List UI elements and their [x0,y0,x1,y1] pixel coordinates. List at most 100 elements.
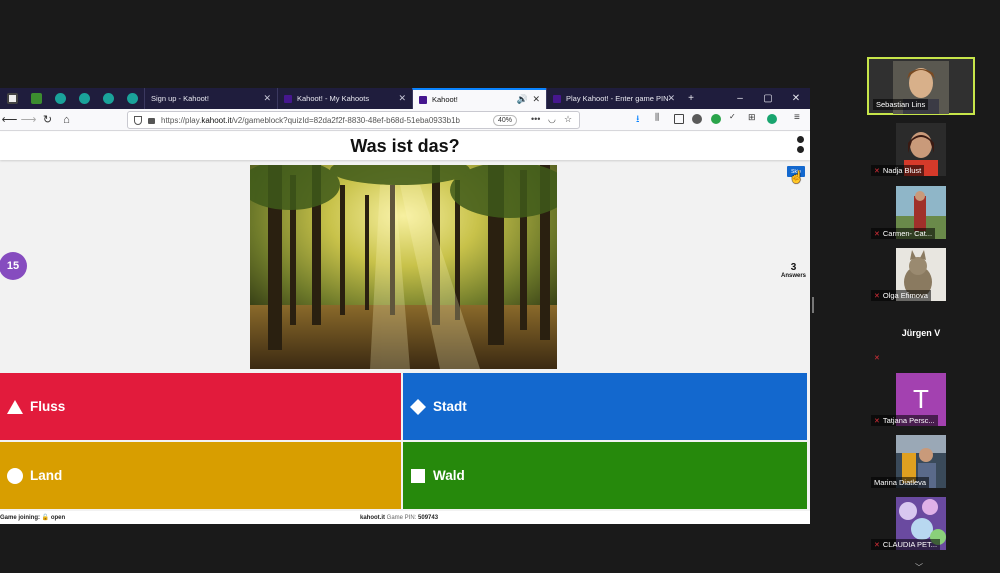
reload-button[interactable]: ↻ [38,113,57,126]
answer-option-green[interactable]: Wald [403,442,807,509]
shield-icon [134,115,142,125]
url-prefix: https://play. [161,115,202,125]
account-icon[interactable] [692,114,702,124]
chevron-down-icon[interactable]: ﹀ [915,562,923,573]
answers-count: 3 [790,262,797,273]
pocket-icon[interactable]: ◡ [548,114,556,125]
answer-option-blue[interactable]: Stadt [403,373,807,440]
participant-tile[interactable]: ✕ CLAUDIA PET... [867,495,975,553]
tab-kahoot-active[interactable]: Kahoot! 🔊 ✕ [412,88,546,109]
pinned-tab-6[interactable] [120,88,144,109]
participant-name-label: ✕ Nadja Blust [871,165,925,176]
pinned-tab-4[interactable] [72,88,96,109]
participant-name: Sebastian Lins [876,100,926,109]
participant-name: Olga Efimova [882,291,928,300]
close-window-button[interactable]: ✕ [782,88,810,109]
participant-name-label: Sebastian Lins [873,99,929,110]
square-icon [409,467,427,485]
url-domain: kahoot.it [201,115,232,125]
participant-name-label: ✕ Tatjana Persc... [871,415,938,426]
kahoot-icon [284,94,292,103]
answer-option-yellow[interactable]: Land [0,442,401,509]
unlock-icon[interactable]: 🔓 [42,515,51,521]
forward-button[interactable]: ⟶ [19,113,38,126]
tab-enter-pin[interactable]: Play Kahoot! - Enter game PIN ✕ [546,88,681,109]
home-button[interactable]: ⌂ [57,114,76,126]
extension-icon[interactable] [711,114,721,124]
answer-option-red[interactable]: Fluss [0,373,401,440]
speaker-icon[interactable]: 🔊 [517,94,528,105]
kahoot-icon [553,94,561,103]
tab-title: Play Kahoot! - Enter game PIN [566,94,669,103]
bookmark-star-icon[interactable]: ☆ [564,114,572,125]
participant-name: Nadja Blust [882,166,922,175]
answers-label: Answers [780,273,806,279]
hand-cursor-icon: ☝ [789,170,804,184]
game-footer: Game joining: 🔓 open kahoot.it Game PIN:… [0,511,810,524]
lock-icon [148,118,155,124]
options-menu-icon[interactable] [797,136,804,153]
library-icon[interactable]: ⫼ [655,112,665,122]
tab-my-kahoots[interactable]: Kahoot! - My Kahoots ✕ [277,88,412,109]
pocket-icon [6,93,18,104]
close-icon[interactable]: ✕ [532,94,540,105]
nav-bar: ⟵ ⟶ ↻ ⌂ https://play.kahoot.it/v2/gamebl… [0,109,810,131]
answer-label: Land [30,468,63,483]
participant-name: CLAUDIA PET... [882,540,938,549]
menu-icon[interactable]: ≡ [794,112,804,123]
kahoot-icon [419,95,427,104]
url-text: https://play.kahoot.it/v2/gameblock?quiz… [161,116,460,125]
game-pin-info: kahoot.it Game PIN: 509743 [360,515,438,521]
pinned-tab-3[interactable] [48,88,72,109]
muted-mic-icon: ✕ [874,230,880,238]
close-icon[interactable]: ✕ [398,93,406,104]
close-icon[interactable]: ✕ [667,93,675,104]
muted-mic-icon: ✕ [874,292,880,300]
diamond-icon [409,398,427,416]
participant-tile[interactable]: ✕ Olga Efimova [867,246,975,304]
pinned-tab-1[interactable] [0,88,24,109]
participant-name: Carmen- Cat... [882,229,933,238]
more-icon[interactable]: ••• [531,114,540,124]
participant-name-label: ✕ Carmen- Cat... [871,228,936,239]
grammarly-icon[interactable] [767,114,777,124]
tab-signup[interactable]: Sign up - Kahoot! ✕ [144,88,277,109]
participant-name-label: ✕ [871,353,883,363]
pinned-tab-5[interactable] [96,88,120,109]
zoom-level[interactable]: 40% [493,115,518,126]
extension-icon[interactable]: ✓ [729,112,739,122]
pinned-tab-2[interactable] [24,88,48,109]
url-bar[interactable]: https://play.kahoot.it/v2/gameblock?quiz… [127,111,580,129]
minimize-button[interactable]: – [726,88,754,109]
muted-mic-icon: ✕ [874,541,880,549]
close-icon[interactable]: ✕ [263,93,271,104]
tab-title: Kahoot! - My Kahoots [297,94,370,103]
forest-image [250,165,557,369]
new-tab-button[interactable]: + [681,88,701,109]
classroom-icon [102,93,114,104]
participant-tile[interactable]: Marina Diatleva [867,433,975,491]
participant-name-label: ✕ Olga Efimova [871,290,931,301]
participant-tile[interactable]: T ✕ Tatjana Persc... [867,371,975,429]
pin-label: Game PIN: [386,514,417,521]
panel-resize-handle[interactable] [812,297,814,313]
pin-value: 509743 [418,514,439,521]
zoom-meeting-screen: { "browser": { "tabs": [ {"label": "Sign… [0,0,1000,573]
participant-tile[interactable]: ✕ Carmen- Cat... [867,184,975,242]
game-joining-value: open [50,515,66,521]
maximize-button[interactable]: ▢ [754,88,782,109]
download-icon[interactable]: ⭳ [636,112,646,125]
answer-label: Fluss [30,399,66,414]
sidebar-icon[interactable] [674,114,684,124]
tab-bar: Sign up - Kahoot! ✕ Kahoot! - My Kahoots… [0,88,810,109]
game-joining-status: Game joining: 🔓 open [0,514,65,521]
grid-icon[interactable]: ⊞ [748,112,758,122]
participant-tile[interactable]: ✕ Nadja Blust [867,121,975,179]
participant-name-label: Marina Diatleva [871,477,930,488]
participant-tile[interactable]: Jürgen V ✕ [867,308,975,366]
circle-icon [6,467,24,485]
participant-tile-active-speaker[interactable]: Sebastian Lins [867,57,975,115]
muted-mic-icon: ✕ [874,167,880,175]
back-button[interactable]: ⟵ [0,113,19,126]
classroom-icon [78,93,90,104]
